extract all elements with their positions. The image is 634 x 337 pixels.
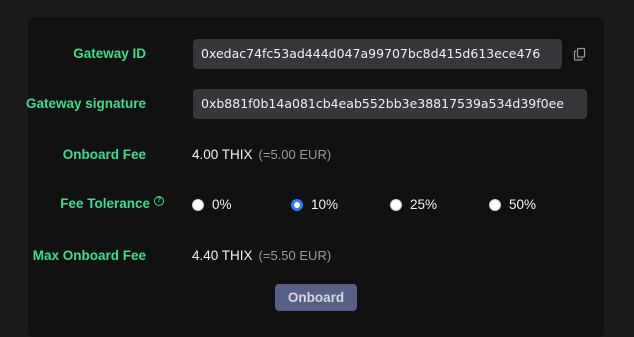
fee-tolerance-text: Fee Tolerance	[60, 196, 150, 211]
onboard-button[interactable]: Onboard	[275, 284, 357, 311]
radio-0-label: 0%	[212, 197, 232, 212]
fee-tolerance-row: Fee Tolerance? 0% 10% 25% 50%	[28, 194, 604, 216]
onboard-fee-row: Onboard Fee 4.00 THIX (=5.00 EUR)	[28, 146, 604, 166]
onboard-fee-label: Onboard Fee	[62, 147, 146, 162]
fee-tolerance-option-0[interactable]: 0%	[192, 197, 232, 212]
gateway-signature-field[interactable]: 0xb881f0b14a081cb4eab552bb3e38817539a534…	[193, 89, 587, 119]
max-onboard-fee-row: Max Onboard Fee 4.40 THIX (=5.50 EUR)	[28, 247, 604, 267]
radio-10[interactable]	[291, 198, 303, 211]
max-onboard-fee-fiat: (=5.50 EUR)	[258, 248, 332, 263]
onboard-fee-amount: 4.00 THIX	[192, 147, 253, 162]
max-onboard-fee-label: Max Onboard Fee	[32, 248, 146, 263]
copy-icon[interactable]	[573, 47, 587, 61]
gateway-id-field[interactable]: 0xedac74fc53ad444d047a99707bc8d415d613ec…	[193, 39, 562, 69]
fee-tolerance-option-50[interactable]: 50%	[489, 197, 536, 212]
radio-50-label: 50%	[509, 197, 537, 212]
onboard-fee-value: 4.00 THIX (=5.00 EUR)	[192, 147, 331, 162]
gateway-signature-row: Gateway signature 0xb881f0b14a081cb4eab5…	[25, 89, 604, 119]
gateway-id-row: Gateway ID 0xedac74fc53ad444d047a99707bc…	[28, 39, 604, 69]
fee-tolerance-label: Fee Tolerance?	[60, 196, 164, 211]
max-onboard-fee-value: 4.40 THIX (=5.50 EUR)	[192, 248, 331, 263]
radio-0[interactable]	[192, 198, 204, 211]
radio-10-label: 10%	[311, 197, 339, 212]
onboard-fee-fiat: (=5.00 EUR)	[258, 147, 332, 162]
onboard-panel: Gateway ID 0xedac74fc53ad444d047a99707bc…	[25, 17, 604, 337]
radio-50[interactable]	[489, 198, 501, 211]
gateway-id-label: Gateway ID	[73, 46, 146, 61]
radio-25[interactable]	[390, 198, 402, 211]
fee-tolerance-option-10[interactable]: 10%	[291, 197, 338, 212]
help-icon[interactable]: ?	[154, 196, 164, 206]
fee-tolerance-option-25[interactable]: 25%	[390, 197, 437, 212]
radio-25-label: 25%	[410, 197, 438, 212]
gateway-signature-label: Gateway signature	[25, 96, 146, 111]
max-onboard-fee-amount: 4.40 THIX	[192, 248, 253, 263]
